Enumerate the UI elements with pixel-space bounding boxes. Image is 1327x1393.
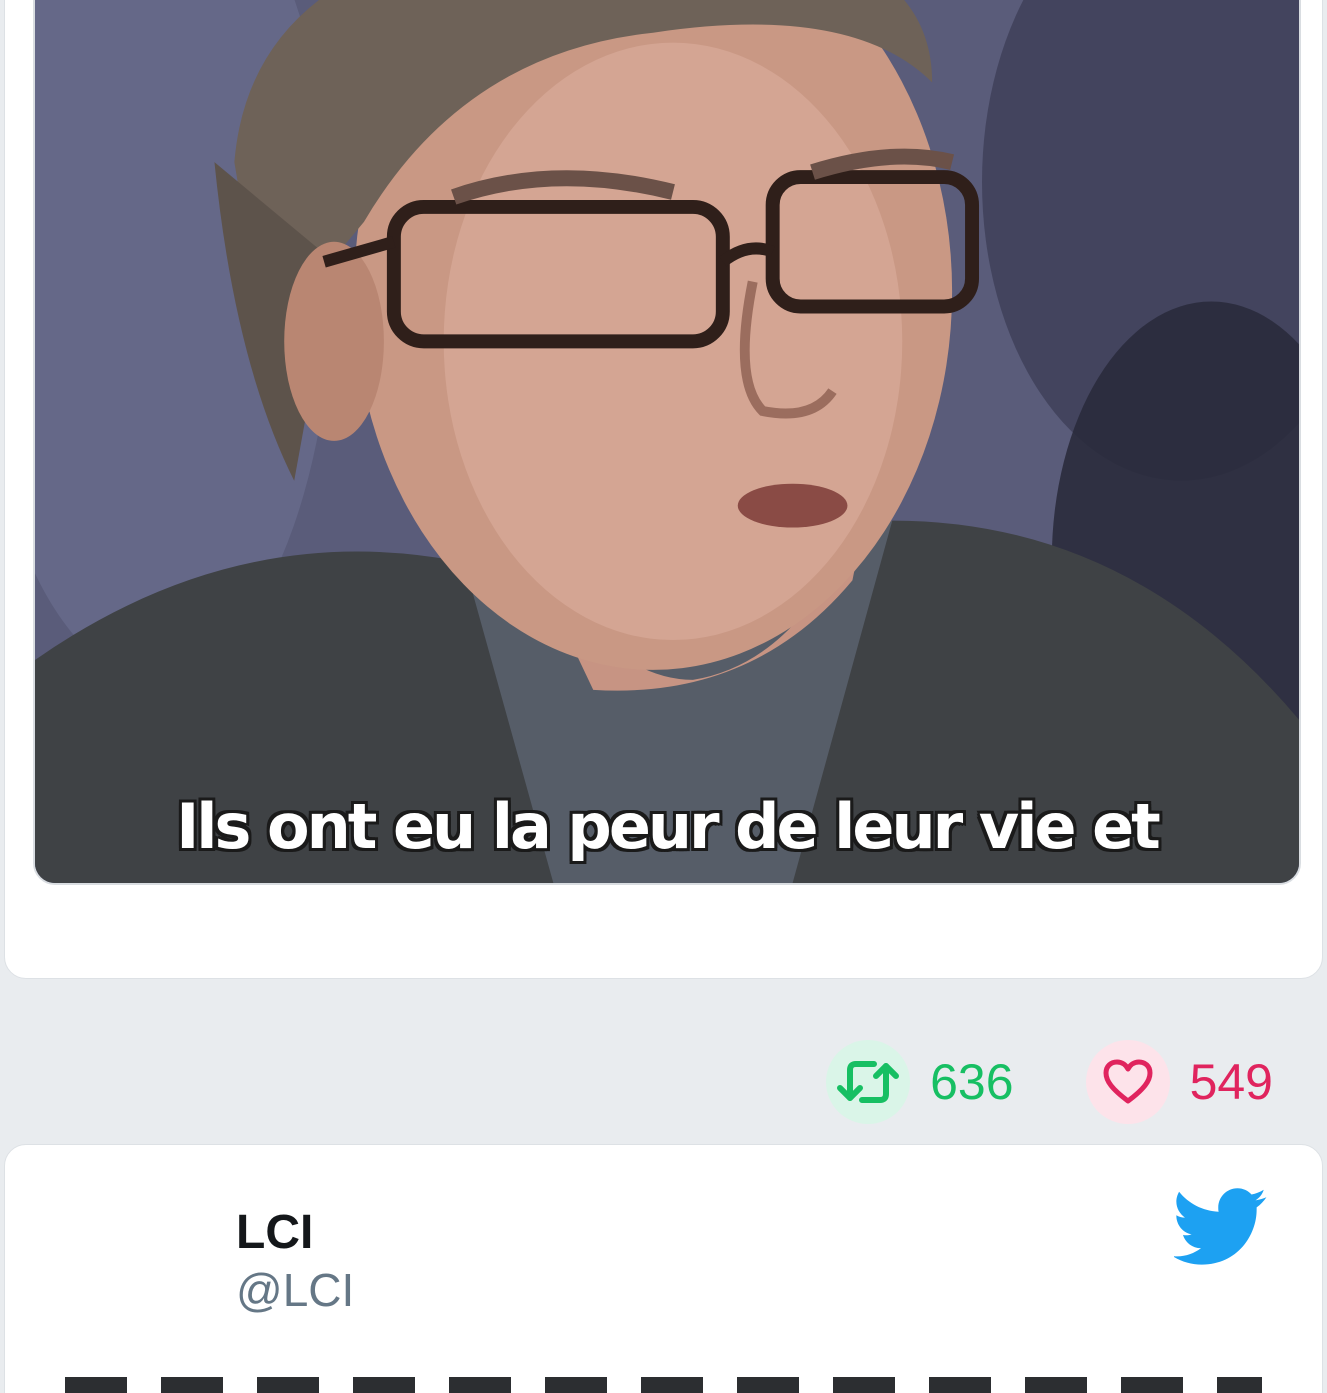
retweet-count: 636 bbox=[930, 1054, 1014, 1110]
author-handle[interactable]: @LCI bbox=[236, 1263, 354, 1317]
tweet-card: Ils ont eu la peur de leur vie et bbox=[4, 0, 1323, 979]
tweet-text-clipped bbox=[65, 1377, 1262, 1393]
tweet-card: LCI @LCI bbox=[4, 1144, 1323, 1393]
twitter-bird-icon[interactable] bbox=[1174, 1187, 1268, 1267]
video-subtitle: Ils ont eu la peur de leur vie et bbox=[176, 790, 1161, 863]
tweet-feed: Ils ont eu la peur de leur vie et 636 54… bbox=[0, 0, 1327, 1393]
tweet-actions: 636 549 bbox=[826, 1040, 1273, 1124]
video-media[interactable]: Ils ont eu la peur de leur vie et bbox=[33, 0, 1301, 885]
like-button[interactable]: 549 bbox=[1085, 1040, 1273, 1124]
heart-icon bbox=[1085, 1040, 1170, 1124]
author-name[interactable]: LCI bbox=[236, 1205, 313, 1260]
retweet-button[interactable]: 636 bbox=[826, 1040, 1014, 1124]
retweet-icon bbox=[826, 1040, 911, 1124]
video-frame bbox=[35, 0, 1299, 883]
like-count: 549 bbox=[1189, 1054, 1273, 1110]
